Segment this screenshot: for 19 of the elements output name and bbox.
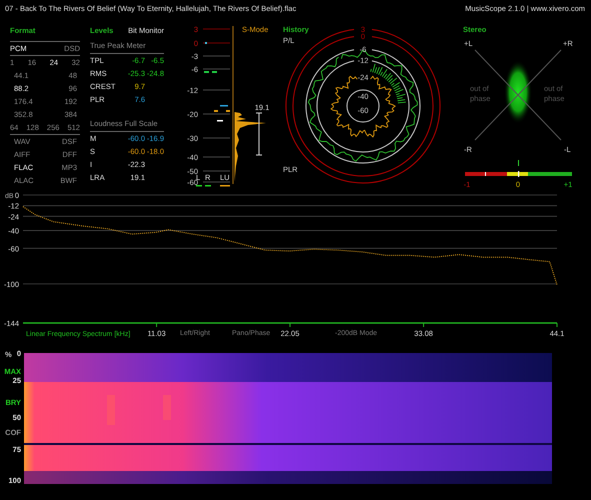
loudness-history-line [330,76,396,138]
scale-line [202,68,230,70]
loudness-range-bracket [256,112,262,156]
peak-marker [204,71,209,73]
peak-marker [226,110,230,112]
peak-marker [205,42,207,44]
peak-marker [217,120,223,122]
correlation-tick [518,160,519,166]
peak-marker [212,71,217,73]
peak-marker [214,110,218,112]
scale-line [202,156,230,158]
scale-line [202,28,230,30]
loudness-histogram-drawing [234,112,266,182]
correlation-marker [518,171,520,177]
phase-cloud [504,60,532,124]
scale-line [202,170,230,172]
peak-marker [220,105,228,106]
momentary-spikes [370,64,406,104]
scale-line [202,42,230,44]
